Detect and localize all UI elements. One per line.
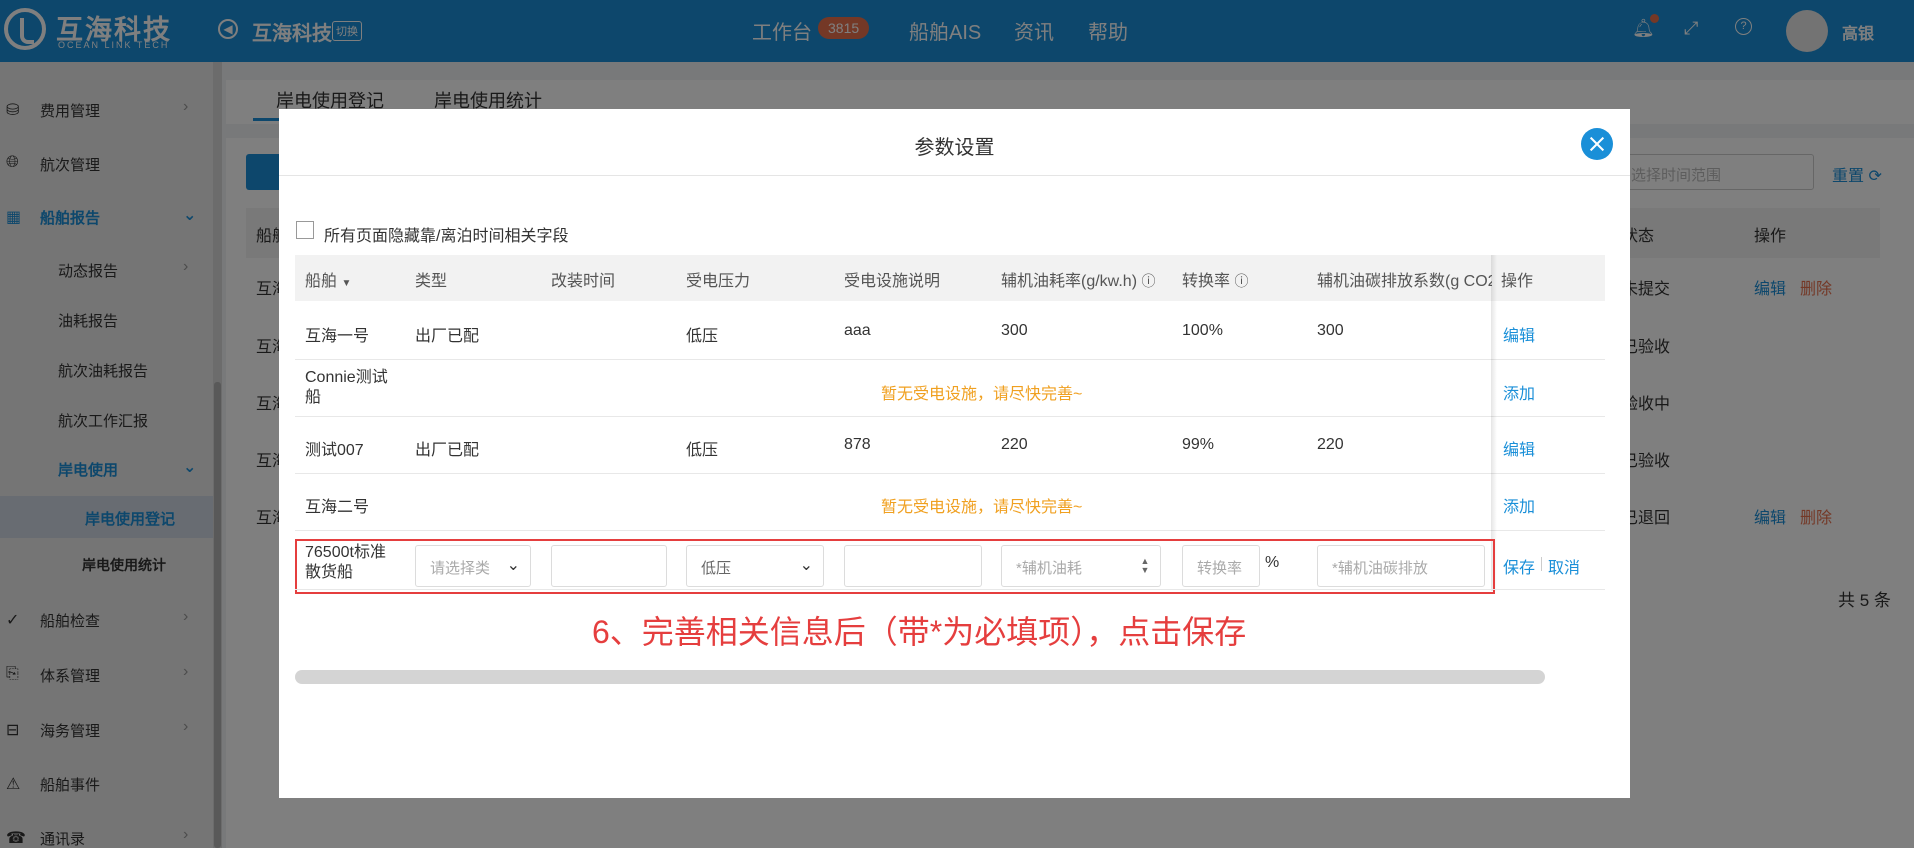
fuel-rate-input[interactable]: *辅机油耗 ▲ ▼ [1001,545,1161,587]
column-header-label: 转换率 [1182,273,1231,290]
conversion-placeholder: 转换率 [1197,560,1243,577]
instruction-annotation: 6、完善相关信息后（带*为必填项），点击保存 [592,614,1247,650]
chevron-down-icon: ⌄ [506,557,520,574]
edit-link[interactable]: 编辑 [1503,322,1535,346]
close-icon[interactable] [1581,128,1613,160]
table-cell-conversion: 100% [1182,322,1223,339]
type-select-placeholder: 请选择类 [430,560,491,577]
column-header-ship[interactable]: 船舶 ▼ [305,267,351,291]
table-cell-ship: 76500t标准散货船 [305,544,386,581]
info-icon[interactable]: ⓘ [1234,273,1248,289]
action-separator [1541,557,1542,571]
table-cell-ship: 互海一号 [305,328,370,345]
table-cell-carbon-factor: 220 [1317,436,1344,453]
table-cell-pressure: 低压 [686,442,719,459]
table-cell-type: 出厂已配 [415,442,480,459]
table-cell-carbon-factor: 300 [1317,322,1344,339]
sort-down-icon: ▼ [341,278,352,289]
table-cell-facility-desc: 878 [844,436,871,453]
row-divider [295,416,1605,417]
facility-desc-input[interactable] [844,545,982,587]
row-divider [295,473,1605,474]
stepper-icon[interactable]: ▲ ▼ [1138,557,1152,575]
fuel-rate-placeholder: *辅机油耗 [1016,560,1082,577]
column-header-label: 辅机油耗率(g/kw.h) [1001,273,1138,290]
column-header-pressure: 受电压力 [686,273,751,290]
table-cell-facility-desc: aaa [844,322,871,339]
table-cell-ship: 互海二号 [305,499,370,516]
params-table-header: 船舶 ▼ 类型 改装时间 受电压力 受电设施说明 辅机油耗率(g/kw.h) ⓘ… [295,255,1605,301]
carbon-factor-placeholder: *辅机油碳排放 [1332,560,1428,577]
add-link[interactable]: 添加 [1503,380,1535,404]
retrofit-time-input[interactable] [551,545,667,587]
conversion-input[interactable]: 转换率 [1182,545,1260,587]
modal-title: 参数设置 [914,137,995,159]
table-cell-ship: 测试007 [305,442,364,459]
column-header-action: 操作 [1501,273,1534,290]
row-divider [295,530,1605,531]
edit-link[interactable]: 编辑 [1503,436,1535,460]
table-horizontal-scrollbar[interactable] [295,670,1545,684]
column-header-facility-desc: 受电设施说明 [844,273,941,290]
hide-fields-checkbox[interactable] [296,221,314,239]
params-modal: 参数设置 所有页面隐藏靠/离泊时间相关字段 船舶 ▼ 类型 改装时间 受电压力 … [279,109,1630,798]
pressure-select[interactable]: 低压 ⌄ [686,545,824,587]
column-header-conversion: 转换率 ⓘ [1182,267,1248,291]
modal-divider [279,175,1630,176]
column-header-retrofit-time: 改装时间 [551,273,616,290]
table-cell-fuel-rate: 300 [1001,322,1028,339]
hide-fields-label: 所有页面隐藏靠/离泊时间相关字段 [324,228,569,245]
add-link[interactable]: 添加 [1503,493,1535,517]
table-cell-type: 出厂已配 [415,328,480,345]
no-facility-notice: 暂无受电设施，请尽快完善~ [881,386,1083,403]
row-divider [295,589,1605,590]
carbon-factor-input[interactable]: *辅机油碳排放 [1317,545,1485,587]
table-cell-pressure: 低压 [686,328,719,345]
chevron-down-icon: ⌄ [799,557,813,574]
no-facility-notice: 暂无受电设施，请尽快完善~ [881,499,1083,516]
table-cell-ship: Connie测试船 [305,369,388,406]
cancel-link[interactable]: 取消 [1548,554,1580,578]
column-header-fuel-rate: 辅机油耗率(g/kw.h) ⓘ [1001,267,1155,291]
table-cell-fuel-rate: 220 [1001,436,1028,453]
info-icon[interactable]: ⓘ [1141,273,1155,289]
save-link[interactable]: 保存 [1503,554,1535,578]
column-header-carbon-factor: 辅机油碳排放系数(g CO2/ [1317,273,1492,290]
column-header-label: 船舶 [305,273,338,290]
percent-suffix: % [1265,554,1280,571]
column-header-type: 类型 [415,273,448,290]
pressure-select-value: 低压 [701,560,732,577]
type-select[interactable]: 请选择类 ⌄ [415,545,531,587]
table-cell-conversion: 99% [1182,436,1215,453]
row-divider [295,359,1605,360]
